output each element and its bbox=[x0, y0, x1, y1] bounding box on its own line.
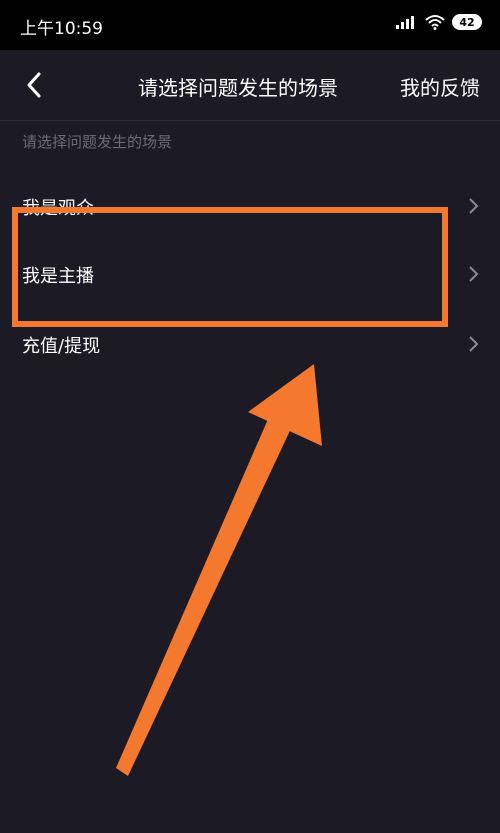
wifi-icon bbox=[425, 15, 445, 30]
status-bar: 上午10:59 42 bbox=[0, 0, 500, 50]
arrow-annotation-icon bbox=[116, 364, 322, 776]
status-time: 上午10:59 bbox=[20, 19, 103, 39]
chevron-right-icon bbox=[469, 266, 479, 282]
nav-bar: 请选择问题发生的场景 我的反馈 bbox=[0, 50, 500, 121]
list-item-label: 我是主播 bbox=[22, 266, 94, 287]
list-item-label: 我是观众 bbox=[22, 198, 94, 219]
signal-icon bbox=[396, 16, 414, 29]
battery-level: 42 bbox=[459, 15, 475, 29]
chevron-right-icon bbox=[469, 336, 479, 352]
chevron-left-icon bbox=[27, 72, 41, 98]
page-title: 请选择问题发生的场景 bbox=[138, 76, 338, 100]
section-label: 请选择问题发生的场景 bbox=[22, 133, 173, 151]
list-item-streamer[interactable]: 我是主播 bbox=[0, 244, 500, 304]
back-button[interactable] bbox=[20, 70, 50, 100]
list-item-label: 充值/提现 bbox=[22, 336, 101, 357]
list-item-audience[interactable]: 我是观众 bbox=[0, 176, 500, 236]
list-item-recharge-withdraw[interactable]: 充值/提现 bbox=[0, 314, 500, 374]
battery-icon: 42 bbox=[452, 14, 482, 30]
chevron-right-icon bbox=[469, 198, 479, 214]
status-icons: 42 bbox=[396, 14, 482, 30]
my-feedback-link[interactable]: 我的反馈 bbox=[400, 72, 480, 101]
